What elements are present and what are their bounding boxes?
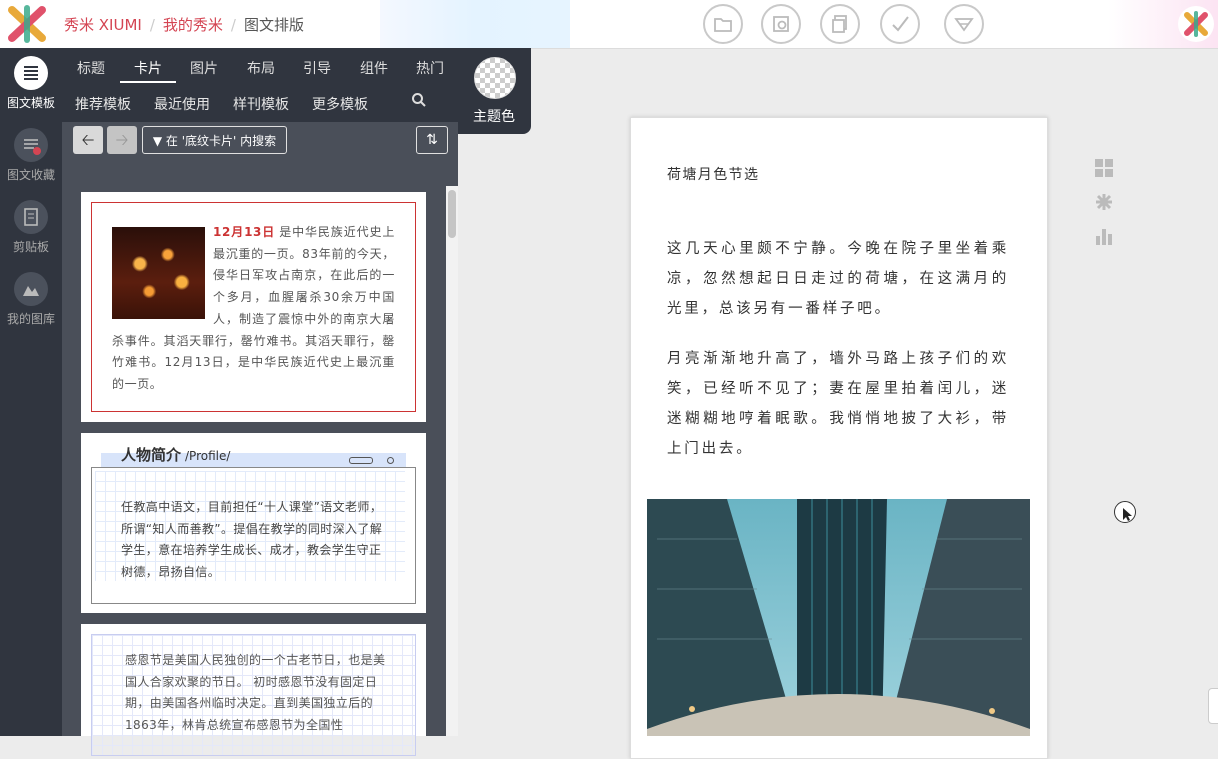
xiumi-logo-icon[interactable] xyxy=(6,4,48,44)
side-handle[interactable] xyxy=(1208,688,1218,724)
sidebar-item-templates[interactable]: 图文模板 xyxy=(0,56,62,111)
sidebar-item-label: 我的图库 xyxy=(6,312,55,326)
template-icon xyxy=(14,56,48,90)
active-tab-indicator xyxy=(120,81,176,83)
breadcrumb: 秀米 XIUMI / 我的秀米 / 图文排版 xyxy=(64,16,304,34)
tab-guide[interactable]: 引导 xyxy=(303,58,331,78)
tab-card[interactable]: 卡片 xyxy=(134,58,162,78)
subtab-recommended[interactable]: 推荐模板 xyxy=(75,94,131,114)
back-button[interactable]: 🡠 xyxy=(73,126,103,154)
theme-color-swatch[interactable] xyxy=(474,57,516,99)
filter-label: 在 '底纹卡片' 内搜索 xyxy=(165,134,277,148)
sidebar-item-favorites[interactable]: 图文收藏 xyxy=(0,128,62,183)
document-image-building[interactable] xyxy=(647,499,1030,736)
search-icon[interactable] xyxy=(411,92,427,112)
document-paragraph[interactable]: 这几天心里颇不宁静。今晚在院子里坐着乘凉，忽然想起日日走过的荷塘，在这满月的光里… xyxy=(667,234,1009,324)
mouse-cursor-icon xyxy=(1114,501,1136,523)
template-card-memorial[interactable]: 12月13日 是中华民族近代史上最沉重的一页。83年前的今天，侵华日军攻占南京，在… xyxy=(81,192,426,422)
card-body: 感恩节是美国人民独创的一个古老节日，也是美国人合家欢聚的节日。 初时感恩节没有固… xyxy=(125,653,386,732)
filter-icon: ▼ xyxy=(152,134,163,148)
account-logo-icon[interactable] xyxy=(1178,6,1214,42)
arrow-left-icon: 🡠 xyxy=(81,130,95,149)
left-sidebar: 图文模板 图文收藏 剪贴板 我的图库 xyxy=(0,48,62,736)
preview-icon[interactable] xyxy=(761,4,801,44)
sort-button[interactable]: ⇅ xyxy=(416,126,448,154)
sidebar-item-label: 图文模板 xyxy=(6,96,55,110)
card-title: 人物简介/Profile/ xyxy=(121,446,231,464)
scrollbar-thumb[interactable] xyxy=(448,190,456,238)
grid-view-icon[interactable] xyxy=(1094,158,1114,178)
decor-pill xyxy=(349,457,373,464)
tab-title[interactable]: 标题 xyxy=(77,58,105,78)
settings-gear-icon[interactable] xyxy=(1094,192,1114,212)
dropdown-icon[interactable] xyxy=(944,4,984,44)
gallery-icon xyxy=(14,272,48,306)
subtab-more[interactable]: 更多模板 xyxy=(312,94,368,114)
forward-button[interactable]: 🡢 xyxy=(107,126,137,154)
template-card-thanksgiving[interactable]: 感恩节是美国人民独创的一个古老节日，也是美国人合家欢聚的节日。 初时感恩节没有固… xyxy=(81,624,426,756)
tab-image[interactable]: 图片 xyxy=(190,58,218,78)
document-paragraph[interactable]: 月亮渐渐地升高了，墙外马路上孩子们的欢笑，已经听不见了；妻在屋里拍着闰儿，迷迷糊… xyxy=(667,344,1009,464)
folder-icon[interactable] xyxy=(703,4,743,44)
arrow-right-icon: 🡢 xyxy=(115,130,129,149)
theme-color-label: 主题色 xyxy=(473,109,515,125)
stats-chart-icon[interactable] xyxy=(1094,226,1114,246)
subtab-sample[interactable]: 样刊模板 xyxy=(233,94,289,114)
tab-layout[interactable]: 布局 xyxy=(247,58,275,78)
tab-popular[interactable]: 热门 xyxy=(416,58,444,78)
card-date: 12月13日 xyxy=(213,225,276,239)
breadcrumb-current: 图文排版 xyxy=(243,16,304,34)
template-card-profile[interactable]: 人物简介/Profile/ 任教高中语文，目前担任“十人课堂”语文老师，所谓“知… xyxy=(81,433,426,613)
sidebar-item-label: 剪贴板 xyxy=(12,240,49,254)
header-decoration xyxy=(380,0,570,48)
subtab-recent[interactable]: 最近使用 xyxy=(154,94,210,114)
check-icon[interactable] xyxy=(880,4,920,44)
document-title[interactable]: 荷塘月色节选 xyxy=(667,164,759,184)
clipboard-icon xyxy=(14,200,48,234)
breadcrumb-my-xiumi[interactable]: 我的秀米 xyxy=(163,16,223,34)
copy-icon[interactable] xyxy=(820,4,860,44)
sort-icon: ⇅ xyxy=(426,132,438,148)
sidebar-item-clipboard[interactable]: 剪贴板 xyxy=(0,200,62,255)
sidebar-item-label: 图文收藏 xyxy=(6,168,55,182)
filter-search-button[interactable]: ▼ 在 '底纹卡片' 内搜索 xyxy=(142,126,287,154)
tab-component[interactable]: 组件 xyxy=(360,58,388,78)
card-subtitle: /Profile/ xyxy=(185,449,231,463)
card-body: 任教高中语文，目前担任“十人课堂”语文老师，所谓“知人而善教”。提倡在教学的同时… xyxy=(121,500,383,579)
breadcrumb-home[interactable]: 秀米 XIUMI xyxy=(64,16,142,34)
decor-dot xyxy=(387,457,394,464)
panel-scrollbar[interactable] xyxy=(446,186,458,736)
sidebar-item-gallery[interactable]: 我的图库 xyxy=(0,272,62,327)
card-text: 12月13日 是中华民族近代史上最沉重的一页。83年前的今天，侵华日军攻占南京，在… xyxy=(112,222,395,396)
favorites-icon xyxy=(14,128,48,162)
